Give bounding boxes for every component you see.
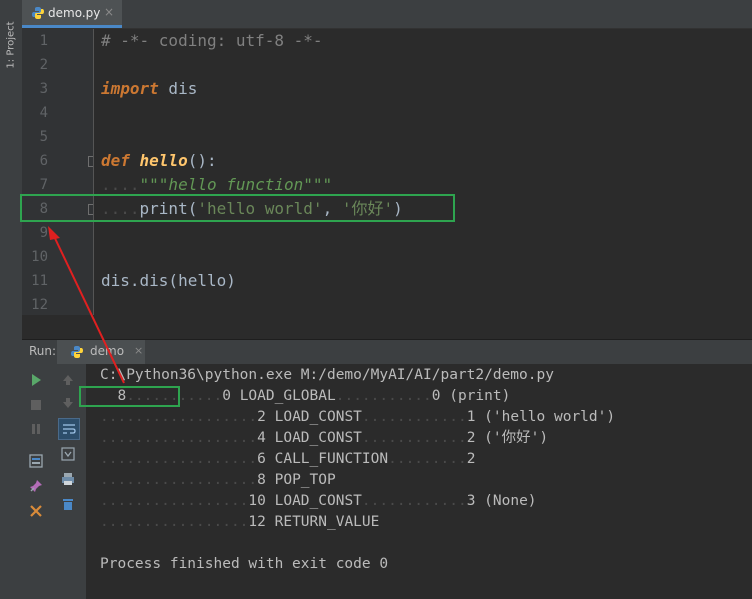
arg-repr: ('你好') xyxy=(484,430,549,446)
highlight-box-console-lineno xyxy=(79,386,180,407)
run-label: Run: xyxy=(29,344,57,358)
arg: 0 xyxy=(431,388,441,404)
stop-icon[interactable] xyxy=(27,396,45,414)
offset: 8 xyxy=(257,472,266,488)
dots: .................. xyxy=(100,430,258,446)
arg: 3 xyxy=(466,493,476,509)
line-number: 2 xyxy=(39,57,48,73)
opcode: LOAD_CONST xyxy=(274,409,362,425)
opcode: POP_TOP xyxy=(274,472,336,488)
line-number-gutter: 1 2 3 4 5 6 7 8 9 10 11 12 xyxy=(22,29,99,315)
line-number: 10 xyxy=(31,249,48,265)
comment: # -*- coding: utf-8 -*- xyxy=(101,31,323,50)
exit-message: Process finished with exit code 0 xyxy=(100,556,389,572)
python-file-icon xyxy=(32,7,44,19)
layout-icon[interactable] xyxy=(27,452,45,470)
arg: 2 xyxy=(466,430,476,446)
console-command-line: C:\Python36\python.exe M:/demo/MyAI/AI/p… xyxy=(100,367,554,383)
editor-bottom-area xyxy=(22,315,752,340)
bytecode-line: ..................4 LOAD_CONST..........… xyxy=(100,428,548,449)
offset: 0 xyxy=(222,388,231,404)
close-icon[interactable]: × xyxy=(104,5,114,19)
dots: ................. xyxy=(100,514,249,530)
offset: 6 xyxy=(257,451,266,467)
opcode: LOAD_CONST xyxy=(274,493,362,509)
pin-icon[interactable] xyxy=(27,477,45,495)
opcode: CALL_FUNCTION xyxy=(274,451,389,467)
offset: 2 xyxy=(257,409,266,425)
code-line-1: # -*- coding: utf-8 -*- xyxy=(101,29,323,53)
dots: .................. xyxy=(100,472,258,488)
code-line-3: import dis xyxy=(101,77,197,101)
docstring: """hello function""" xyxy=(139,175,333,194)
run-toolbar xyxy=(22,364,87,599)
scroll-up-icon[interactable] xyxy=(59,371,77,389)
code-line-6: def hello(): xyxy=(101,149,217,173)
code-text: (): xyxy=(187,151,217,170)
code-line-11: dis.dis(hello) xyxy=(101,269,236,293)
code-editor[interactable]: # -*- coding: utf-8 -*- import dis def h… xyxy=(94,29,752,315)
opcode: LOAD_GLOBAL xyxy=(239,388,336,404)
arg: 1 xyxy=(466,409,476,425)
dots: ............ xyxy=(361,409,467,425)
bytecode-line: ..................8 POP_TOP xyxy=(100,470,336,491)
keyword: import xyxy=(101,79,159,98)
dots: ............ xyxy=(361,493,467,509)
code-text: dis xyxy=(158,79,198,98)
offset: 12 xyxy=(248,514,266,530)
line-number: 11 xyxy=(31,273,48,289)
bytecode-line: .................10 LOAD_CONST..........… xyxy=(100,491,537,512)
bytecode-line: .................12 RETURN_VALUE xyxy=(100,512,379,533)
dots: .................. xyxy=(100,409,258,425)
arg-repr: ('hello world') xyxy=(484,409,616,425)
opcode: RETURN_VALUE xyxy=(274,514,380,530)
soft-wrap-icon[interactable] xyxy=(58,418,80,440)
tab-label: demo.py xyxy=(48,6,101,20)
arg-repr: (None) xyxy=(484,493,537,509)
pause-icon[interactable] xyxy=(27,420,45,438)
run-tool-window-header: Run: demo × xyxy=(22,340,752,364)
bytecode-line: ..................2 LOAD_CONST..........… xyxy=(100,407,615,428)
line-number: 4 xyxy=(39,105,48,121)
close-icon[interactable]: × xyxy=(134,344,143,357)
line-number: 3 xyxy=(39,81,48,97)
project-tool-window-strip xyxy=(0,0,23,599)
trash-icon[interactable] xyxy=(59,495,77,513)
offset: 4 xyxy=(257,430,266,446)
line-number: 5 xyxy=(39,129,48,145)
highlight-box-editor-line xyxy=(20,194,455,222)
dots: ......... xyxy=(388,451,467,467)
indent-dots: .... xyxy=(101,175,140,194)
scroll-down-icon[interactable] xyxy=(59,394,77,412)
keyword: def xyxy=(101,151,130,170)
rerun-icon[interactable] xyxy=(27,371,45,389)
code-text: dis.dis(hello) xyxy=(101,271,236,290)
dots: .................. xyxy=(100,451,258,467)
run-tab-demo[interactable]: demo × xyxy=(57,340,145,364)
print-icon[interactable] xyxy=(59,470,77,488)
opcode: LOAD_CONST xyxy=(274,430,362,446)
line-number: 6 xyxy=(39,153,48,169)
offset: 10 xyxy=(248,493,266,509)
dots: ............ xyxy=(361,430,467,446)
console-output[interactable]: C:\Python36\python.exe M:/demo/MyAI/AI/p… xyxy=(87,364,752,599)
project-tool-button[interactable]: 1: Project xyxy=(1,10,21,80)
scroll-to-end-icon[interactable] xyxy=(59,445,77,463)
arg-repr: (print) xyxy=(449,388,511,404)
bytecode-line: ..................6 CALL_FUNCTION.......… xyxy=(100,449,475,470)
line-number: 1 xyxy=(39,33,48,49)
dots: ........... xyxy=(335,388,432,404)
editor-tab-bar xyxy=(22,0,752,29)
line-number: 12 xyxy=(31,297,48,313)
function-name: hello xyxy=(139,151,188,170)
line-number: 9 xyxy=(39,225,48,241)
python-run-config-icon xyxy=(71,346,83,358)
project-label: 1: Project xyxy=(5,21,17,69)
run-tab-label: demo xyxy=(90,344,125,358)
arg: 2 xyxy=(466,451,476,467)
tab-demo-py[interactable]: demo.py × xyxy=(22,0,122,28)
close-run-icon[interactable] xyxy=(27,502,45,520)
dots: ................. xyxy=(100,493,249,509)
